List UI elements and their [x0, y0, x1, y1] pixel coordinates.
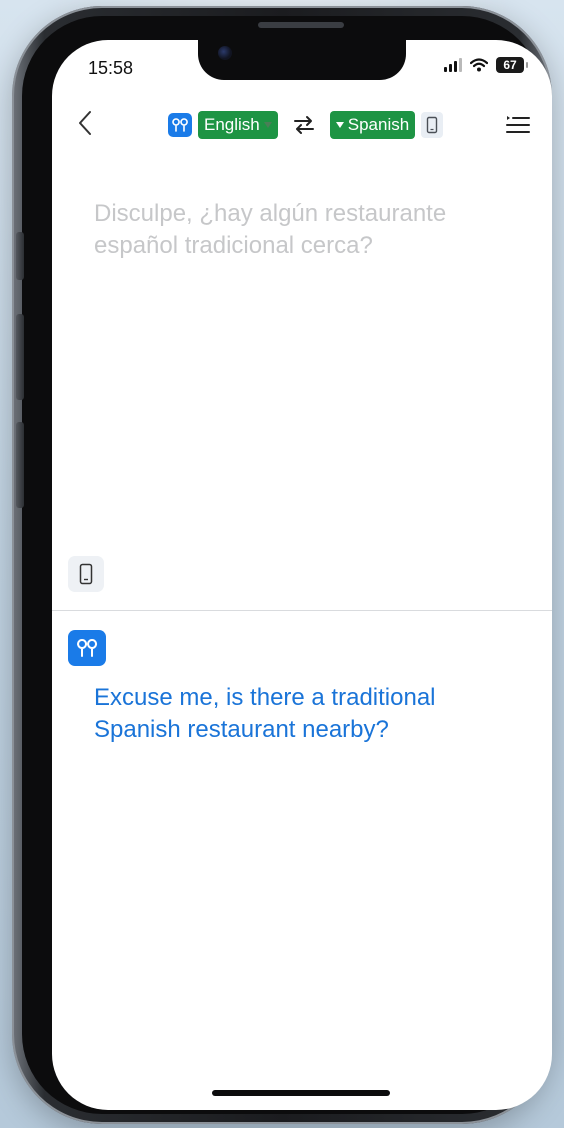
phone-badge	[421, 112, 444, 138]
source-device-button[interactable]	[68, 556, 104, 592]
source-language-dropdown[interactable]: English	[198, 111, 278, 139]
dropdown-arrow-icon	[263, 122, 272, 128]
status-time: 15:58	[88, 58, 134, 78]
phone-icon	[79, 563, 93, 585]
volume-up-button	[16, 314, 24, 400]
notch	[198, 40, 406, 80]
volume-down-button	[16, 422, 24, 508]
phone-frame: 15:58 67 English Spanish Disculpe, ¿hay …	[12, 6, 552, 1124]
earbuds-icon	[172, 118, 188, 132]
swap-languages-button[interactable]	[284, 111, 324, 139]
earpiece-speaker	[258, 22, 344, 28]
wifi-icon	[470, 58, 488, 72]
dropdown-arrow-icon	[335, 122, 344, 128]
menu-button[interactable]	[504, 112, 532, 138]
battery-icon: 67	[496, 57, 528, 73]
earbuds-icon	[77, 639, 98, 657]
target-language-label: Spanish	[347, 115, 410, 134]
source-text: Disculpe, ¿hay algún restaurante español…	[94, 200, 447, 259]
mute-switch	[16, 232, 24, 280]
translated-text: Excuse me, is there a traditional Spanis…	[94, 684, 436, 743]
language-selector-bar: English Spanish	[168, 110, 444, 140]
target-language-dropdown[interactable]: Spanish	[329, 111, 416, 139]
back-button[interactable]	[70, 106, 100, 140]
signal-icon	[444, 58, 462, 72]
list-menu-icon	[506, 116, 530, 133]
target-device-button[interactable]	[68, 630, 106, 666]
swap-arrows-icon	[293, 116, 314, 134]
phone-icon	[427, 116, 438, 134]
source-language-label: English	[204, 115, 260, 134]
panel-divider	[52, 610, 552, 611]
chevron-left-icon	[79, 111, 91, 135]
status-icons: 67	[444, 57, 528, 73]
earbuds-badge	[168, 113, 192, 137]
battery-level: 67	[503, 58, 517, 72]
home-indicator[interactable]	[212, 1090, 390, 1096]
app-screen: 15:58 67 English Spanish Disculpe, ¿hay …	[52, 40, 552, 1110]
front-camera	[218, 46, 232, 60]
